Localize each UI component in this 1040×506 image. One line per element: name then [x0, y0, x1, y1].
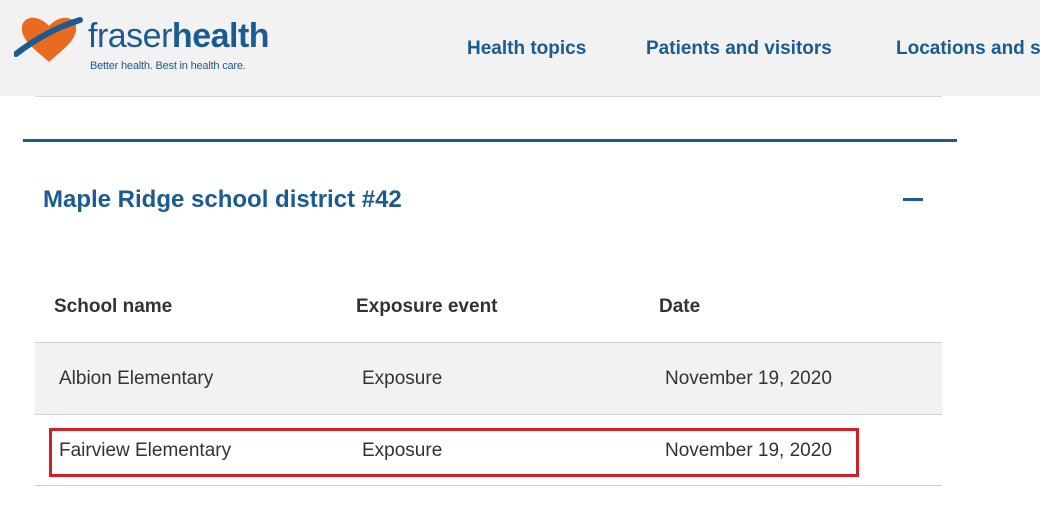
nav-health-topics[interactable]: Health topics [467, 38, 586, 60]
minus-icon [903, 198, 923, 201]
cell-exposure-event: Exposure [362, 368, 443, 389]
main-nav: Health topics Patients and visitors Loca… [0, 38, 1040, 62]
divider [35, 96, 942, 97]
site-header: fraserhealth Better health. Best in heal… [0, 0, 1040, 96]
header-school-name: School name [54, 296, 173, 317]
table-header-row: School name Exposure event Date [35, 270, 942, 342]
cell-date: November 19, 2020 [665, 440, 832, 461]
table-row: Albion Elementary Exposure November 19, … [35, 342, 942, 414]
exposure-table: School name Exposure event Date Albion E… [35, 270, 942, 486]
header-date: Date [659, 296, 701, 317]
collapse-button[interactable] [901, 189, 927, 211]
cell-school-name: Albion Elementary [59, 368, 214, 389]
section-divider [23, 139, 957, 142]
header-exposure-event: Exposure event [356, 296, 498, 317]
accordion-title[interactable]: Maple Ridge school district #42 [43, 186, 402, 214]
table-row: Fairview Elementary Exposure November 19… [35, 414, 942, 486]
cell-date: November 19, 2020 [665, 368, 832, 389]
nav-patients-and-visitors[interactable]: Patients and visitors [646, 38, 832, 60]
cell-school-name: Fairview Elementary [59, 440, 232, 461]
cell-exposure-event: Exposure [362, 440, 443, 461]
nav-locations-and-services[interactable]: Locations and s [896, 38, 1040, 60]
